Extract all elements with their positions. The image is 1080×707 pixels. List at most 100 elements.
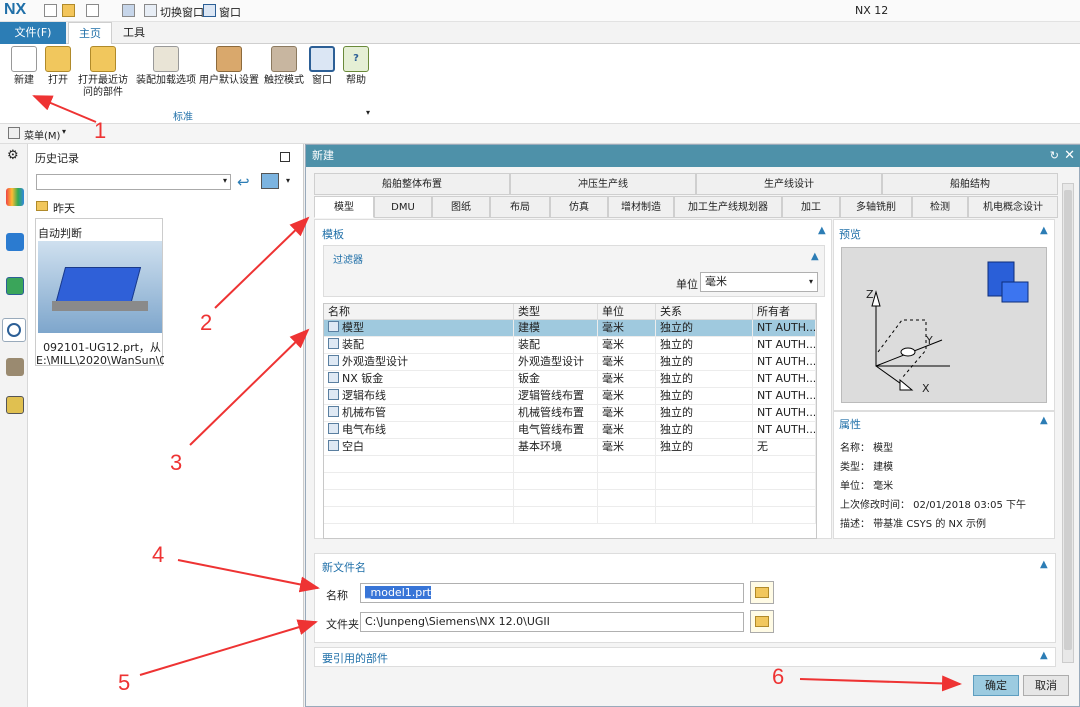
view-style-icon[interactable] <box>261 173 279 189</box>
collapse-preview-icon[interactable]: ▲ <box>1040 225 1048 236</box>
collapse-properties-icon[interactable]: ▲ <box>1040 415 1048 426</box>
history-item[interactable]: 自动判断 092101-UG12.prt，从 E:\MILL\2020\WanS… <box>35 218 164 367</box>
collapse-ref-icon[interactable]: ▲ <box>1040 650 1048 661</box>
cell-text: 毫米 <box>602 440 624 453</box>
table-row <box>324 473 816 490</box>
unit-select[interactable]: 毫米 ▾ <box>700 272 818 292</box>
view-dropdown-icon[interactable]: ▾ <box>286 176 290 185</box>
gear-icon[interactable]: ⚙ <box>7 148 19 163</box>
name-input[interactable]: _model1.prt <box>360 583 744 603</box>
new-button[interactable]: 新建 <box>6 46 42 87</box>
tab-line-design[interactable]: 生产线设计 <box>696 173 882 195</box>
tab-model[interactable]: 模型 <box>314 196 374 218</box>
reset-icon[interactable]: ↻ <box>1050 145 1059 167</box>
col-relation[interactable]: 关系 <box>656 304 753 320</box>
col-unit[interactable]: 单位 <box>598 304 656 320</box>
dialog-scrollbar[interactable] <box>1062 183 1074 663</box>
table-row[interactable]: 外观造型设计 外观造型设计 毫米 独立的 NT AUTH... <box>324 354 816 371</box>
ok-button[interactable]: 确定 <box>973 675 1019 696</box>
tab-multiaxis[interactable]: 多轴铣削 <box>840 196 912 218</box>
cell-text: 独立的 <box>660 355 693 368</box>
system-materials-icon[interactable] <box>6 358 24 376</box>
assembly-load-options-button[interactable]: 装配加载选项 <box>136 46 196 87</box>
file-tab[interactable]: 文件(F) <box>0 22 66 44</box>
window-icon[interactable] <box>203 4 216 17</box>
cell-unit: 毫米 <box>598 422 656 439</box>
tab-drawing[interactable]: 图纸 <box>432 196 490 218</box>
history-section-yesterday[interactable]: 昨天 <box>53 200 75 216</box>
open-folder-icon[interactable] <box>62 4 75 17</box>
properties-header: 属性 <box>839 418 861 431</box>
tab-simulation[interactable]: 仿真 <box>550 196 608 218</box>
collapse-template-icon[interactable]: ▲ <box>818 225 826 236</box>
close-icon[interactable]: ✕ <box>1064 145 1075 167</box>
prop-name: 名称： 模型 <box>840 443 894 454</box>
menu-dropdown-icon[interactable]: ▾ <box>62 127 66 136</box>
window-menu-button[interactable]: 窗口 <box>219 4 241 20</box>
group-expand-icon[interactable]: ▾ <box>366 108 370 117</box>
switch-window-button[interactable]: 切换窗口 <box>160 4 204 20</box>
cancel-button[interactable]: 取消 <box>1023 675 1069 696</box>
maximize-icon[interactable] <box>280 152 290 162</box>
table-row[interactable]: NX 钣金 钣金 毫米 独立的 NT AUTH... <box>324 371 816 388</box>
table-row[interactable]: 电气布线 电气管线布置 毫米 独立的 NT AUTH... <box>324 422 816 439</box>
window-button[interactable]: 窗口 <box>306 46 338 87</box>
cell-name: NX 钣金 <box>324 371 514 388</box>
table-row[interactable]: 装配 装配 毫米 独立的 NT AUTH... <box>324 337 816 354</box>
touch-mode-button[interactable]: 触控模式 <box>262 46 306 87</box>
roles-icon[interactable] <box>6 396 24 414</box>
web-browser-icon[interactable] <box>6 277 24 295</box>
col-name[interactable]: 名称 <box>324 304 514 320</box>
collapse-newfile-icon[interactable]: ▲ <box>1040 559 1048 570</box>
tab-tools[interactable]: 工具 <box>114 22 154 44</box>
tab-additive[interactable]: 增材制造 <box>608 196 674 218</box>
help-button[interactable]: ? 帮助 <box>340 46 372 87</box>
cell-owner: NT AUTH... <box>753 422 816 439</box>
tab-home[interactable]: 主页 <box>68 22 112 44</box>
collapse-filter-icon[interactable]: ▲ <box>811 251 819 262</box>
annotation-6: 6 <box>772 664 785 689</box>
template-icon <box>328 355 339 366</box>
col-owner[interactable]: 所有者 <box>753 304 816 320</box>
tab-ship-structure[interactable]: 船舶结构 <box>882 173 1058 195</box>
cell-text: NT AUTH... <box>757 389 816 402</box>
cell-relation <box>656 490 753 507</box>
cell-text: NT AUTH... <box>757 321 816 334</box>
new-doc-icon[interactable] <box>86 4 99 17</box>
tab-stamping-line[interactable]: 冲压生产线 <box>510 173 696 195</box>
touch-icon[interactable] <box>122 4 135 17</box>
tab-mechatronics[interactable]: 机电概念设计 <box>968 196 1058 218</box>
folder-input[interactable]: C:\Junpeng\Siemens\NX 12.0\UGII <box>360 612 744 632</box>
tab-dmu[interactable]: DMU <box>374 196 432 218</box>
scrollbar-thumb[interactable] <box>1064 190 1072 650</box>
cell-relation: 独立的 <box>656 439 753 456</box>
col-type[interactable]: 类型 <box>514 304 598 320</box>
history-filter-select[interactable]: ▾ <box>36 174 231 190</box>
table-row[interactable]: 模型 建模 毫米 独立的 NT AUTH... <box>324 320 816 337</box>
history-file-line1: 092101-UG12.prt，从 <box>43 341 161 354</box>
browse-folder-button[interactable] <box>750 610 774 633</box>
menu-button[interactable]: 菜单(M) <box>24 127 60 142</box>
user-defaults-button[interactable]: 用户默认设置 <box>199 46 259 87</box>
tab-ship-layout[interactable]: 船舶整体布置 <box>314 173 510 195</box>
tab-line-planner[interactable]: 加工生产线规划器 <box>674 196 782 218</box>
recent-parts-button[interactable]: 打开最近访问的部件 <box>76 46 130 99</box>
history-tab[interactable] <box>2 318 26 342</box>
browse-name-button[interactable] <box>750 581 774 604</box>
table-row[interactable]: 逻辑布线 逻辑管线布置 毫米 独立的 NT AUTH... <box>324 388 816 405</box>
switch-window-icon[interactable] <box>144 4 157 17</box>
tab-inspection[interactable]: 检测 <box>912 196 968 218</box>
tab-layout[interactable]: 布局 <box>490 196 550 218</box>
menu-bar: 菜单(M) ▾ <box>0 124 1080 144</box>
open-button[interactable]: 打开 <box>42 46 74 87</box>
new-file-icon[interactable] <box>44 4 57 17</box>
table-row[interactable]: 空白 基本环境 毫米 独立的 无 <box>324 439 816 456</box>
table-row[interactable]: 机械布管 机械管线布置 毫米 独立的 NT AUTH... <box>324 405 816 422</box>
refresh-arrow-icon[interactable]: ↩ <box>237 173 250 191</box>
new-file-icon <box>11 46 37 72</box>
reuse-library-icon[interactable] <box>6 233 24 251</box>
tab-manufacturing[interactable]: 加工 <box>782 196 840 218</box>
part-navigator-icon[interactable] <box>6 188 24 206</box>
annotation-2: 2 <box>200 310 213 335</box>
history-panel: 历史记录 ▾ ↩ ▾ 昨天 自动判断 092101-UG12.prt，从 E:\… <box>28 144 304 707</box>
